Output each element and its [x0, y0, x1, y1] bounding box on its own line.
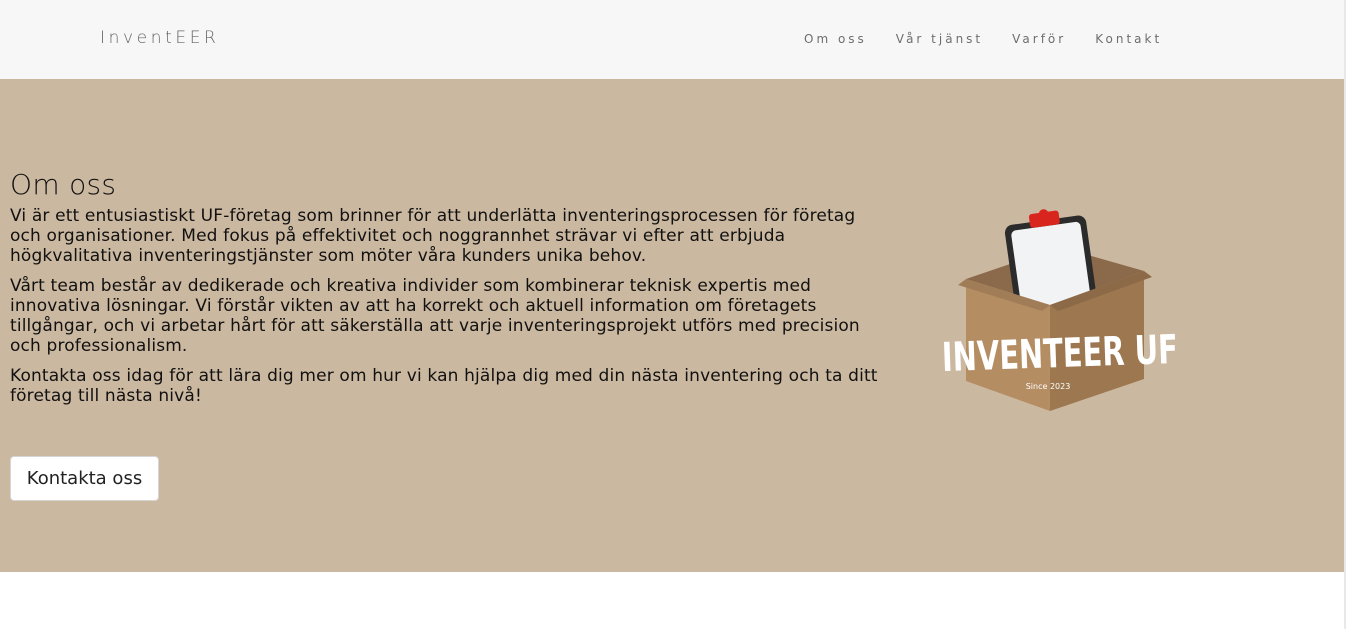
- logo-since-text: Since 2023: [1026, 382, 1071, 391]
- nav-link-kontakt[interactable]: Kontakt: [1095, 32, 1162, 46]
- hero-text: Om oss Vi är ett entusiastiskt UF-företa…: [10, 167, 890, 416]
- clipboard-in-box-icon: INVENTEER UF Since 2023: [941, 209, 1179, 411]
- hero-paragraph-3: Kontakta oss idag för att lära dig mer o…: [10, 366, 878, 406]
- brand-logo-link[interactable]: InventEER: [100, 28, 219, 48]
- nav-links: Om oss Vår tjänst Varför Kontakt: [804, 32, 1162, 46]
- hero-paragraph-2: Vårt team består av dedikerade och kreat…: [10, 276, 860, 356]
- company-logo: INVENTEER UF Since 2023: [932, 207, 1188, 419]
- hero-section: Om oss Vi är ett entusiastiskt UF-företa…: [0, 79, 1344, 572]
- nav-link-var-tjanst[interactable]: Vår tjänst: [896, 32, 983, 46]
- hero-title: Om oss: [10, 168, 117, 201]
- navbar: InventEER Om oss Vår tjänst Varför Konta…: [0, 0, 1344, 79]
- hero-paragraph-1: Vi är ett entusiastiskt UF-företag som b…: [10, 206, 856, 266]
- nav-link-varfor[interactable]: Varför: [1012, 32, 1066, 46]
- logo-wordmark: INVENTEER UF: [941, 327, 1178, 381]
- contact-us-button[interactable]: Kontakta oss: [10, 456, 159, 501]
- nav-link-om-oss[interactable]: Om oss: [804, 32, 867, 46]
